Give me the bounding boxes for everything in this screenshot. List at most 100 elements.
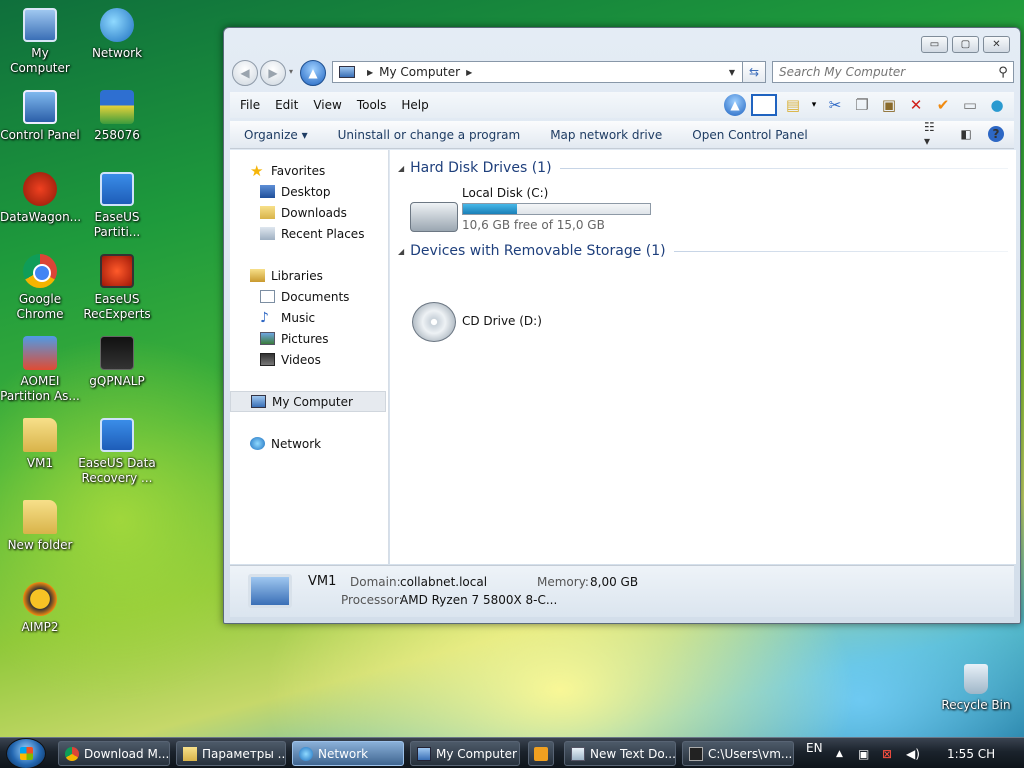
network-tray-icon[interactable]: ▣ — [858, 738, 869, 768]
menu-tools[interactable]: Tools — [357, 98, 387, 112]
desktop-icon-label: VM1 — [26, 456, 54, 470]
libraries-icon — [250, 269, 265, 282]
taskbar-button-label: My Computer — [436, 746, 517, 761]
desktop-icon-easeus-data-recovery[interactable]: EaseUS Data Recovery ... — [77, 418, 157, 486]
pictures-icon — [260, 332, 275, 345]
desktop-icon-google-chrome[interactable]: Google Chrome — [0, 254, 80, 322]
nav-pictures[interactable]: Pictures — [230, 328, 388, 349]
minimize-button[interactable]: ▭ — [921, 36, 948, 53]
up-button[interactable]: ▲ — [300, 60, 326, 86]
nav-music[interactable]: ♪ Music — [230, 307, 388, 328]
folder-options-icon[interactable]: ▤ — [782, 94, 804, 116]
taskbar-button-download[interactable]: Download M... — [58, 741, 170, 766]
network-icon — [100, 8, 134, 42]
breadcrumb-arrow-icon[interactable]: ▶ — [466, 68, 472, 77]
view-options-icon[interactable]: ☷ ▾ — [924, 120, 944, 148]
taskbar: Download M... Параметры ... Network My C… — [0, 737, 1024, 768]
forward-button[interactable]: ▶ — [260, 60, 286, 86]
security-alert-icon[interactable]: ⊠ — [882, 738, 892, 768]
desktop-icon-new-folder[interactable]: New folder — [0, 500, 80, 553]
menu-help[interactable]: Help — [401, 98, 428, 112]
preview-pane-toggle-icon[interactable]: ◧ — [956, 125, 976, 143]
close-button[interactable]: ✕ — [983, 36, 1010, 53]
processor-value: AMD Ryzen 7 5800X 8-C... — [400, 593, 558, 607]
open-control-panel-button[interactable]: Open Control Panel — [692, 128, 807, 142]
taskbar-button-label: Network — [318, 746, 369, 761]
breadcrumb-my-computer[interactable]: My Computer — [379, 65, 460, 79]
collapse-triangle-icon[interactable]: ◢ — [398, 247, 404, 256]
desktop-icon-label: New folder — [7, 538, 73, 552]
aimp-icon — [23, 582, 57, 616]
delete-icon[interactable]: ✕ — [905, 94, 927, 116]
desktop-icon-easeus-recexperts[interactable]: EaseUS RecExperts — [77, 254, 157, 322]
nav-my-computer[interactable]: My Computer — [230, 391, 386, 412]
desktop-icon-control-panel[interactable]: Control Panel — [0, 90, 80, 143]
refresh-button[interactable]: ⇆ — [742, 61, 766, 83]
uninstall-program-button[interactable]: Uninstall or change a program — [338, 128, 521, 142]
checkmark-icon[interactable]: ✔ — [932, 94, 954, 116]
maximize-button[interactable]: ▢ — [952, 36, 979, 53]
desktop-icon-aimp2[interactable]: AIMP2 — [0, 582, 80, 635]
properties-icon[interactable]: ▭ — [959, 94, 981, 116]
taskbar-button-cmd[interactable]: C:\Users\vm... — [682, 741, 794, 766]
taskbar-button-media-player[interactable] — [528, 741, 554, 766]
search-box[interactable]: ⚲ — [772, 61, 1014, 83]
up-folder-icon[interactable]: ▲ — [724, 94, 746, 116]
nav-desktop[interactable]: Desktop — [230, 181, 388, 202]
desktop-icon-label: Control Panel — [0, 128, 80, 142]
nav-favorites[interactable]: ★ Favorites — [230, 160, 388, 181]
menu-view[interactable]: View — [313, 98, 341, 112]
menu-file[interactable]: File — [240, 98, 260, 112]
nav-recent-places[interactable]: Recent Places — [230, 223, 388, 244]
copy-icon[interactable]: ❐ — [851, 94, 873, 116]
group-header-removable[interactable]: ◢ Devices with Removable Storage (1) — [398, 243, 1008, 259]
desktop-icon-gqpnalp[interactable]: gQPNALP — [77, 336, 157, 389]
organize-button[interactable]: Organize ▾ — [244, 128, 308, 142]
desktop-icon-easeus-partition[interactable]: EaseUS Partiti... — [77, 172, 157, 240]
start-button[interactable] — [6, 738, 46, 768]
cut-icon[interactable]: ✂ — [824, 94, 846, 116]
address-bar[interactable]: ▶ My Computer ▶ ▼ — [332, 61, 766, 83]
clock[interactable]: 1:55 CH — [947, 738, 995, 768]
taskbar-button-my-computer[interactable]: My Computer — [410, 741, 520, 766]
help-icon[interactable]: ? — [988, 126, 1004, 142]
media-player-icon — [534, 746, 548, 761]
desktop-icon-label: DataWagon... — [0, 210, 82, 224]
desktop-icon-label: AIMP2 — [21, 620, 59, 634]
back-button[interactable]: ◀ — [232, 60, 258, 86]
desktop-icon-network[interactable]: Network — [77, 8, 157, 61]
collapse-triangle-icon[interactable]: ◢ — [398, 164, 404, 173]
paste-icon[interactable]: ▣ — [878, 94, 900, 116]
desktop-icon-datawagon[interactable]: DataWagon... — [0, 172, 82, 225]
menu-edit[interactable]: Edit — [275, 98, 298, 112]
search-icon[interactable]: ⚲ — [993, 65, 1013, 80]
search-input[interactable] — [779, 65, 993, 79]
address-dropdown-icon[interactable]: ▼ — [729, 68, 735, 77]
desktop-icon-258076[interactable]: 258076 — [77, 90, 157, 143]
nav-videos[interactable]: Videos — [230, 349, 388, 370]
recent-pages-dropdown[interactable]: ▾ — [289, 67, 293, 76]
desktop-icon-aomei[interactable]: AOMEI Partition As... — [0, 336, 80, 404]
desktop-icon-vm1[interactable]: VM1 — [0, 418, 80, 471]
desktop-icon-my-computer[interactable]: My Computer — [0, 8, 80, 76]
globe-icon[interactable]: ● — [986, 94, 1008, 116]
chevron-down-icon[interactable]: ▾ — [809, 94, 819, 116]
volume-icon[interactable]: ◀) — [906, 738, 920, 768]
nav-network[interactable]: Network — [230, 433, 388, 454]
show-hidden-icons-icon[interactable]: ▲ — [836, 738, 843, 768]
toolbar-icons: ▲ ▤ ▾ ✂ ❐ ▣ ✕ ✔ ▭ ● — [724, 94, 1008, 116]
nav-libraries[interactable]: Libraries — [230, 265, 388, 286]
taskbar-button-parametry[interactable]: Параметры ... — [176, 741, 286, 766]
group-header-hdd[interactable]: ◢ Hard Disk Drives (1) — [398, 160, 1008, 176]
taskbar-button-network[interactable]: Network — [292, 741, 404, 766]
nav-documents[interactable]: Documents — [230, 286, 388, 307]
breadcrumb-arrow-icon[interactable]: ▶ — [367, 68, 373, 77]
drive-name: Local Disk (C:) — [462, 186, 549, 200]
desktop-icon-recycle-bin[interactable]: Recycle Bin — [936, 664, 1016, 713]
map-network-drive-button[interactable]: Map network drive — [550, 128, 662, 142]
preview-pane-icon[interactable] — [751, 94, 777, 116]
desktop-icon — [260, 185, 275, 198]
language-indicator[interactable]: EN — [806, 732, 823, 763]
taskbar-button-new-text-document[interactable]: New Text Do... — [564, 741, 676, 766]
nav-downloads[interactable]: Downloads — [230, 202, 388, 223]
